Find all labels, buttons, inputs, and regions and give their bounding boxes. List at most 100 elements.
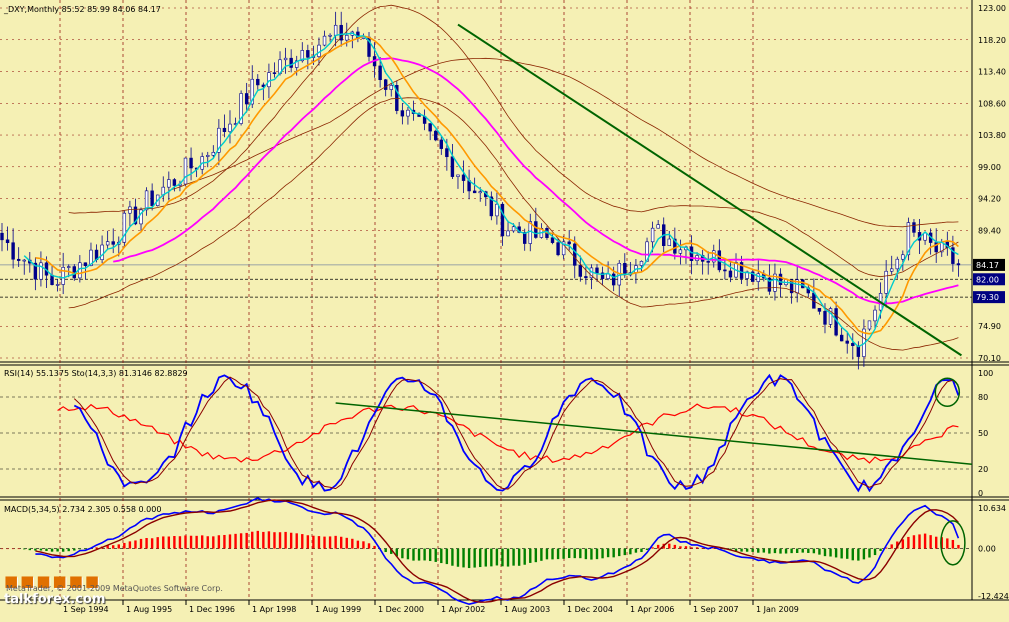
- price-axis-label: 123.00: [978, 4, 1006, 13]
- macd-histogram-bar: [701, 548, 703, 549]
- macd-histogram-bar: [768, 549, 770, 554]
- price-axis-label: 74.90: [978, 322, 1001, 331]
- macd-histogram-bar: [229, 534, 231, 548]
- macd-histogram-bar: [496, 549, 498, 566]
- macd-histogram-bar: [362, 541, 364, 548]
- price-axis-label: 89.40: [978, 226, 1001, 235]
- macd-histogram-bar: [179, 536, 181, 548]
- candle-body: [896, 259, 899, 269]
- candle-body: [729, 271, 732, 277]
- macd-histogram-bar: [674, 545, 676, 549]
- candle-body: [184, 158, 187, 184]
- macd-histogram-bar: [12, 549, 14, 550]
- macd-histogram-bar: [524, 549, 526, 565]
- macd-histogram-bar: [607, 549, 609, 558]
- candle-body: [256, 79, 259, 85]
- macd-histogram-bar: [201, 535, 203, 548]
- candle-body: [846, 341, 849, 343]
- chart-window: 1 Sep 19941 Aug 19951 Dec 19961 Apr 1998…: [0, 0, 1009, 618]
- macd-histogram-bar: [223, 535, 225, 549]
- macd-histogram-bar: [568, 549, 570, 558]
- main-header: _DXY,Monthly 85.52 85.99 84.06 84.17: [3, 5, 161, 14]
- candle-body: [534, 222, 537, 238]
- chart-canvas[interactable]: 1 Sep 19941 Aug 19951 Dec 19961 Apr 1998…: [0, 0, 1009, 618]
- macd-histogram-bar: [796, 549, 798, 553]
- macd-histogram-bar: [679, 546, 681, 548]
- macd-histogram-bar: [129, 541, 131, 548]
- macd-histogram-bar: [407, 549, 409, 560]
- macd-histogram-bar: [134, 540, 136, 548]
- macd-histogram-bar: [868, 549, 870, 558]
- macd-histogram-bar: [651, 547, 653, 548]
- candle-body: [596, 268, 599, 273]
- macd-histogram-bar: [902, 539, 904, 548]
- x-axis-label: 1 Apr 2002: [441, 605, 485, 614]
- macd-header: MACD(5,34,5) 2.734 2.305 0.558 0.000: [4, 505, 161, 514]
- macd-histogram-bar: [813, 549, 815, 554]
- macd-histogram-bar: [384, 549, 386, 552]
- candle-body: [551, 238, 554, 243]
- candle-body: [557, 243, 560, 255]
- candle-body: [451, 157, 454, 177]
- macd-histogram-bar: [774, 549, 776, 554]
- macd-histogram-bar: [657, 545, 659, 549]
- rsi-axis-label: 100: [978, 369, 993, 378]
- macd-histogram-bar: [45, 549, 47, 551]
- candle-body: [268, 73, 271, 87]
- candle-body: [334, 25, 337, 35]
- candle-body: [913, 223, 916, 233]
- macd-histogram-bar: [751, 549, 753, 552]
- macd-histogram-bar: [624, 549, 626, 556]
- macd-histogram-bar: [429, 549, 431, 561]
- main-price-panel: [1, 5, 962, 369]
- candle-body: [568, 242, 571, 244]
- macd-histogram-bar: [68, 549, 70, 552]
- candle-body: [584, 276, 587, 277]
- price-axis-label: 99.00: [978, 163, 1001, 172]
- price-tag: 84.17: [976, 261, 999, 270]
- macd-histogram-bar: [612, 549, 614, 558]
- rsi-axis-label: 80: [978, 393, 988, 402]
- macd-histogram-bar: [907, 537, 909, 549]
- x-axis-label: 1 Dec 2004: [567, 605, 613, 614]
- macd-histogram-bar: [646, 549, 648, 550]
- candle-body: [440, 140, 443, 149]
- candle-body: [229, 124, 232, 132]
- macd-histogram-bar: [935, 537, 937, 549]
- macd-histogram-bar: [807, 549, 809, 553]
- trendline-main: [458, 25, 961, 356]
- price-tag: 79.30: [976, 293, 999, 302]
- macd-histogram-bar: [863, 549, 865, 560]
- candle-body: [651, 228, 654, 242]
- macd-histogram-bar: [757, 549, 759, 553]
- macd-histogram-bar: [640, 549, 642, 552]
- macd-histogram-bar: [273, 532, 275, 548]
- macd-histogram-bar: [891, 544, 893, 548]
- candle-body: [384, 80, 387, 90]
- price-axis-label: 113.40: [978, 68, 1006, 77]
- macd-histogram-bar: [952, 540, 954, 549]
- macd-axis-label: 0.00: [978, 545, 996, 554]
- candle-body: [190, 158, 193, 168]
- candle-body: [901, 255, 904, 259]
- macd-axis-label: 10.634: [978, 504, 1006, 513]
- candle-body: [657, 225, 660, 229]
- candle-body: [40, 263, 43, 279]
- rsi-axis-label: 0: [978, 489, 983, 498]
- candle-body: [1, 233, 4, 240]
- candle-body: [512, 227, 515, 231]
- macd-histogram-bar: [546, 549, 548, 560]
- macd-histogram-bar: [507, 549, 509, 567]
- candle-body: [479, 192, 482, 193]
- macd-histogram-bar: [840, 549, 842, 559]
- macd-histogram-bar: [268, 531, 270, 548]
- macd-histogram-bar: [334, 536, 336, 549]
- candle-body: [457, 175, 460, 177]
- candle-body: [818, 308, 821, 311]
- candle-body: [757, 274, 760, 282]
- macd-histogram-bar: [84, 549, 86, 550]
- macd-histogram-bar: [457, 549, 459, 567]
- macd-histogram-bar: [373, 546, 375, 549]
- macd-histogram-bar: [540, 549, 542, 561]
- macd-histogram-bar: [551, 549, 553, 560]
